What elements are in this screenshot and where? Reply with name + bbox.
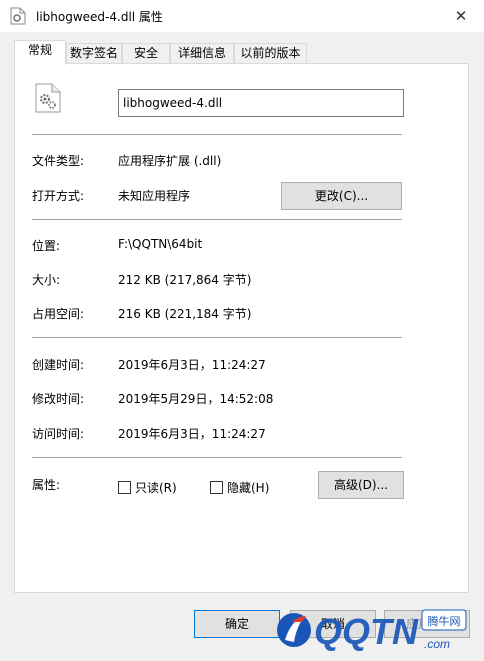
readonly-checkbox[interactable]: 只读(R) xyxy=(118,479,177,496)
dll-file-icon xyxy=(35,83,61,113)
change-button[interactable]: 更改(C)... xyxy=(281,182,402,210)
opens-with-label: 打开方式: xyxy=(32,189,85,203)
separator xyxy=(32,337,402,338)
svg-text:QQTN: QQTN xyxy=(314,611,419,652)
modified-value: 2019年5月29日，14:52:08 xyxy=(118,392,274,406)
tab-security[interactable]: 安全 xyxy=(122,43,170,64)
title-bar: libhogweed-4.dll 属性 ✕ xyxy=(0,0,484,32)
size-label: 大小: xyxy=(32,273,61,287)
accessed-value: 2019年6月3日，11:24:27 xyxy=(118,427,266,441)
close-icon: ✕ xyxy=(454,7,468,25)
attributes-label: 属性: xyxy=(32,478,61,492)
general-panel: 文件类型: 应用程序扩展 (.dll) 打开方式: 未知应用程序 更改(C)..… xyxy=(14,63,469,593)
separator xyxy=(32,457,402,458)
tab-previous-versions[interactable]: 以前的版本 xyxy=(234,43,307,64)
tab-general[interactable]: 常规 xyxy=(14,40,66,65)
svg-text:.com: .com xyxy=(424,637,450,651)
watermark-logo: QQTN .com 腾牛网 xyxy=(277,609,467,652)
size-on-disk-value: 216 KB (221,184 字节) xyxy=(118,307,252,321)
created-value: 2019年6月3日，11:24:27 xyxy=(118,358,266,372)
file-name-input[interactable] xyxy=(118,89,404,117)
readonly-checkbox-box[interactable] xyxy=(118,481,131,494)
size-on-disk-label: 占用空间: xyxy=(32,307,85,321)
hidden-checkbox-label: 隐藏(H) xyxy=(227,481,270,495)
close-button[interactable]: ✕ xyxy=(438,0,484,32)
qqtn-watermark: QQTN .com 腾牛网 xyxy=(272,600,484,658)
size-value: 212 KB (217,864 字节) xyxy=(118,273,252,287)
hidden-checkbox-box[interactable] xyxy=(210,481,223,494)
window-title: libhogweed-4.dll 属性 xyxy=(36,10,163,24)
separator xyxy=(32,134,402,135)
svg-text:腾牛网: 腾牛网 xyxy=(428,614,461,628)
advanced-button[interactable]: 高级(D)... xyxy=(318,471,404,499)
ok-button[interactable]: 确定 xyxy=(194,610,280,638)
file-settings-icon xyxy=(10,7,26,25)
tab-details[interactable]: 详细信息 xyxy=(170,43,234,64)
opens-with-value: 未知应用程序 xyxy=(118,189,191,203)
hidden-checkbox[interactable]: 隐藏(H) xyxy=(210,479,269,496)
file-type-value: 应用程序扩展 (.dll) xyxy=(118,154,222,168)
modified-label: 修改时间: xyxy=(32,392,85,406)
location-label: 位置: xyxy=(32,239,61,253)
file-type-label: 文件类型: xyxy=(32,154,85,168)
tab-digital-signatures[interactable]: 数字签名 xyxy=(66,43,122,64)
accessed-label: 访问时间: xyxy=(32,427,85,441)
location-value: F:\QQTN\64bit xyxy=(118,237,203,251)
created-label: 创建时间: xyxy=(32,358,85,372)
readonly-checkbox-label: 只读(R) xyxy=(135,481,177,495)
separator xyxy=(32,219,402,220)
